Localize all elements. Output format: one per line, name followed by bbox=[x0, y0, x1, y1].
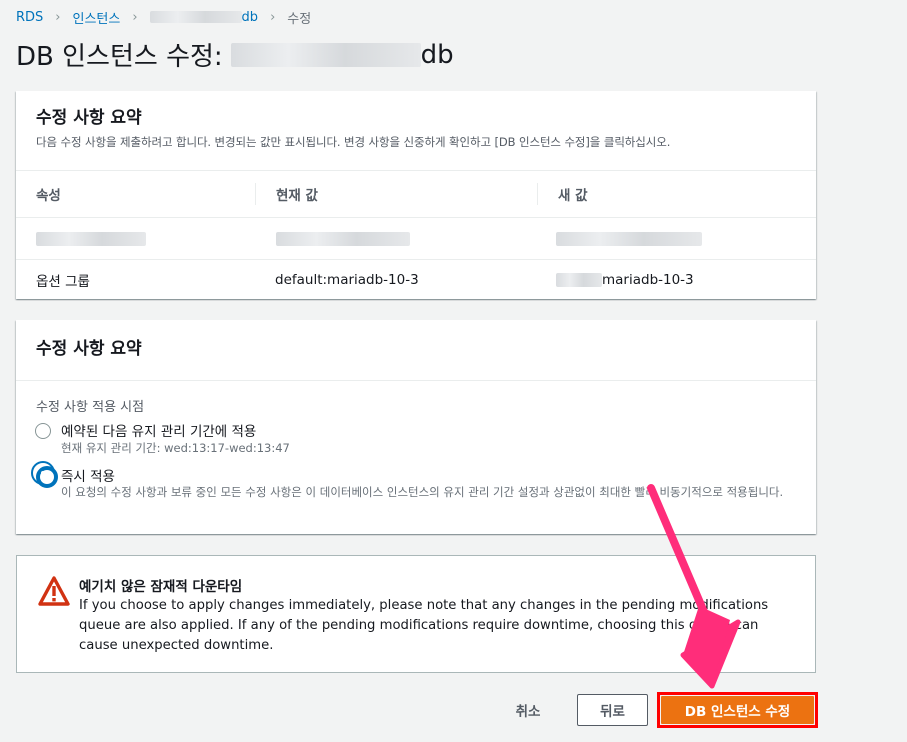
column-header-current: 현재 값 bbox=[276, 188, 318, 204]
chevron-right-icon: › bbox=[55, 9, 61, 25]
row-attribute: 옵션 그룹 bbox=[36, 274, 90, 290]
radio-apply-immediately[interactable] bbox=[36, 466, 58, 488]
redacted-text bbox=[230, 42, 421, 67]
table-row bbox=[16, 217, 816, 260]
redacted-text bbox=[36, 232, 146, 246]
option-immediate-label[interactable]: 즉시 적용 bbox=[61, 465, 115, 485]
summary-panel: 수정 사항 요약 다음 수정 사항을 제출하려고 합니다. 변경되는 값만 표시… bbox=[16, 91, 816, 299]
option-immediate-description: 이 요청의 수정 사항과 보류 중인 모든 수정 사항은 이 데이터베이스 인스… bbox=[61, 485, 784, 499]
breadcrumb-db[interactable]: db bbox=[242, 10, 259, 25]
schedule-panel: 수정 사항 요약 수정 사항 적용 시점 예약된 다음 유지 관리 기간에 적용… bbox=[16, 320, 816, 534]
option-maintenance-label[interactable]: 예약된 다음 유지 관리 기간에 적용 bbox=[61, 420, 256, 440]
option-maintenance-description: 현재 유지 관리 기간: wed:13:17-wed:13:47 bbox=[61, 441, 290, 455]
redacted-text bbox=[276, 232, 410, 246]
schedule-panel-title: 수정 사항 요약 bbox=[36, 339, 142, 359]
cancel-button[interactable]: 취소 bbox=[500, 694, 556, 726]
modify-db-instance-button[interactable]: DB 인스턴스 수정 bbox=[661, 696, 814, 724]
breadcrumb-instances[interactable]: 인스턴스 bbox=[73, 8, 121, 27]
page-title-prefix: DB 인스턴스 수정: bbox=[16, 42, 223, 72]
table-header-row: 속성 현재 값 새 값 bbox=[16, 171, 816, 217]
redacted-text bbox=[556, 232, 702, 246]
page-title: DB 인스턴스 수정: db bbox=[16, 36, 454, 73]
table-row: 옵션 그룹 default:mariadb-10-3 mariadb-10-3 bbox=[16, 259, 816, 300]
column-header-attribute: 속성 bbox=[36, 188, 61, 204]
warning-body: If you choose to apply changes immediate… bbox=[79, 598, 769, 653]
radio-maintenance-window[interactable] bbox=[35, 423, 51, 439]
breadcrumb-rds[interactable]: RDS bbox=[16, 10, 43, 25]
chevron-right-icon: › bbox=[270, 9, 276, 25]
apply-timing-label: 수정 사항 적용 시점 bbox=[36, 400, 145, 415]
warning-title: 예기치 않은 잠재적 다운타임 bbox=[79, 579, 243, 595]
breadcrumb-current: 수정 bbox=[287, 11, 312, 27]
back-button[interactable]: 뒤로 bbox=[577, 694, 648, 726]
redacted-text bbox=[556, 273, 602, 287]
redacted-text bbox=[149, 11, 242, 23]
warning-triangle-icon bbox=[38, 576, 70, 606]
downtime-warning-alert: 예기치 않은 잠재적 다운타임 If you choose to apply c… bbox=[16, 555, 816, 673]
row-current-value: default:mariadb-10-3 bbox=[275, 272, 419, 288]
summary-panel-title: 수정 사항 요약 bbox=[36, 108, 142, 128]
chevron-right-icon: › bbox=[132, 9, 138, 25]
row-new-value: mariadb-10-3 bbox=[602, 272, 694, 288]
column-header-new: 새 값 bbox=[558, 188, 588, 204]
breadcrumb: RDS › 인스턴스 › db › 수정 bbox=[16, 8, 312, 27]
page-title-suffix: db bbox=[420, 39, 454, 70]
summary-panel-description: 다음 수정 사항을 제출하려고 합니다. 변경되는 값만 표시됩니다. 변경 사… bbox=[36, 135, 671, 149]
